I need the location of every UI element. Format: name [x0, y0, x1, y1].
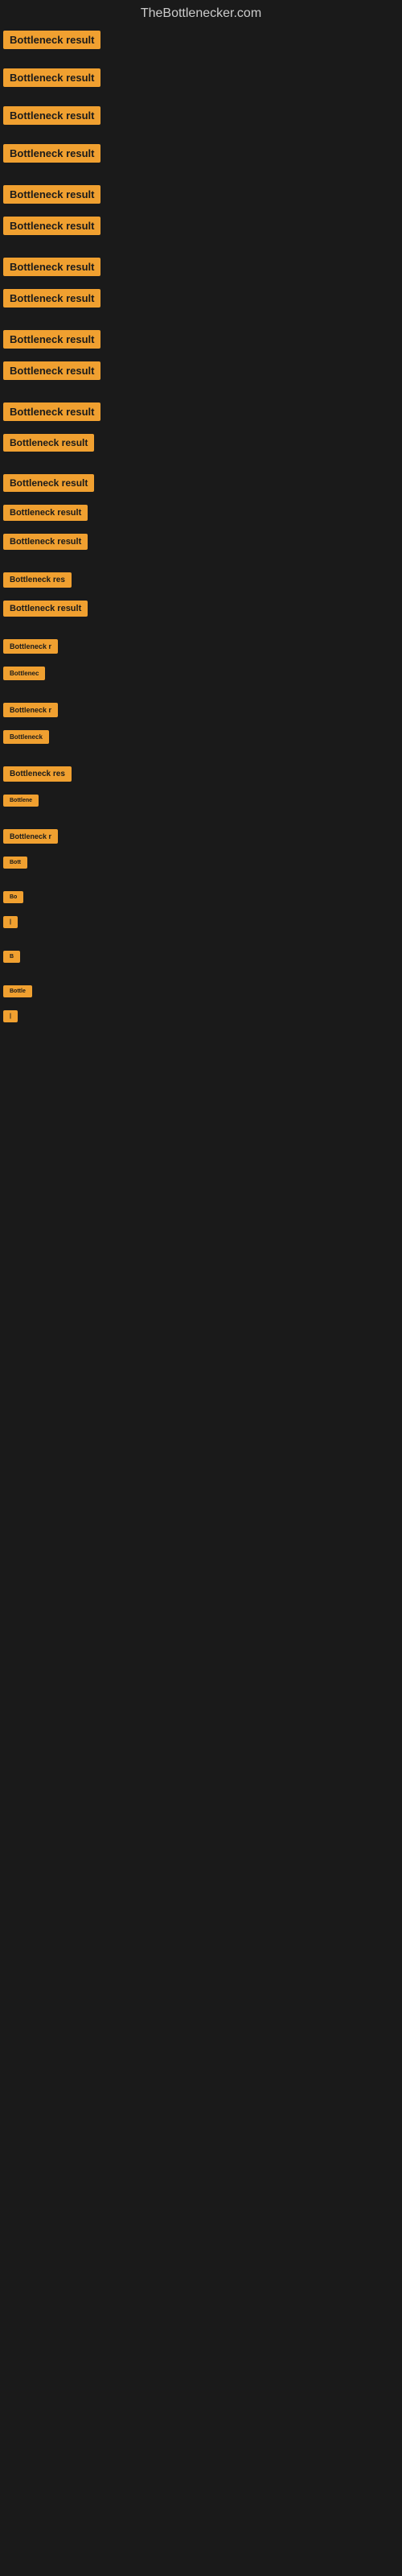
bottleneck-badge[interactable]: Bott — [3, 857, 27, 869]
bottleneck-item: Bottleneck result — [3, 31, 402, 49]
site-title: TheBottlenecker.com — [0, 0, 402, 31]
bottleneck-item: Bottleneck result — [3, 258, 402, 276]
bottleneck-badge[interactable]: Bottleneck result — [3, 106, 100, 125]
bottleneck-item: Bottleneck result — [3, 534, 402, 550]
bottleneck-badge[interactable]: Bottleneck r — [3, 639, 58, 654]
bottleneck-item: Bottleneck result — [3, 474, 402, 492]
bottleneck-badge[interactable]: Bottleneck result — [3, 144, 100, 163]
bottleneck-item: Bottleneck result — [3, 68, 402, 87]
bottleneck-badge[interactable]: Bottleneck result — [3, 601, 88, 617]
bottleneck-badge[interactable]: Bottleneck result — [3, 534, 88, 550]
bottleneck-badge[interactable]: | — [3, 916, 18, 928]
bottleneck-item: Bottleneck result — [3, 361, 402, 380]
bottleneck-item: Bottleneck result — [3, 402, 402, 421]
bottleneck-badge[interactable]: Bottleneck result — [3, 217, 100, 235]
bottleneck-item: Bottleneck result — [3, 601, 402, 617]
bottleneck-item: Bottlene — [3, 795, 402, 807]
bottleneck-item: Bottleneck res — [3, 766, 402, 782]
bottleneck-item: Bottleneck result — [3, 217, 402, 235]
bottleneck-badge[interactable]: Bottleneck result — [3, 185, 100, 204]
bottleneck-item: Bottlenec — [3, 667, 402, 680]
bottleneck-item: | — [3, 1010, 402, 1022]
bottleneck-item: Bottle — [3, 985, 402, 997]
bottleneck-badge[interactable]: Bottleneck result — [3, 474, 94, 492]
bottleneck-badge[interactable]: Bottleneck result — [3, 289, 100, 308]
bottleneck-item: Bottleneck — [3, 730, 402, 744]
bottleneck-badge[interactable]: Bottleneck result — [3, 361, 100, 380]
bottleneck-badge[interactable]: Bo — [3, 891, 23, 903]
bottleneck-badge[interactable]: | — [3, 1010, 18, 1022]
bottleneck-badge[interactable]: Bottleneck result — [3, 68, 100, 87]
bottleneck-item: Bottleneck r — [3, 703, 402, 717]
bottleneck-item: Bottleneck r — [3, 639, 402, 654]
bottleneck-item: Bottleneck result — [3, 434, 402, 452]
bottleneck-badge[interactable]: Bottleneck result — [3, 31, 100, 49]
bottleneck-badge[interactable]: Bottleneck result — [3, 330, 100, 349]
bottleneck-item: Bottleneck result — [3, 505, 402, 521]
bottleneck-badge[interactable]: Bottleneck res — [3, 572, 72, 588]
bottleneck-badge[interactable]: Bottleneck r — [3, 703, 58, 717]
bottleneck-badge[interactable]: Bottle — [3, 985, 32, 997]
bottleneck-badge[interactable]: Bottleneck result — [3, 402, 100, 421]
bottleneck-item: Bott — [3, 857, 402, 869]
bottleneck-badge[interactable]: B — [3, 951, 20, 963]
bottleneck-badge[interactable]: Bottlenec — [3, 667, 45, 680]
bottleneck-badge[interactable]: Bottleneck result — [3, 258, 100, 276]
bottleneck-item: | — [3, 916, 402, 928]
bottleneck-badge[interactable]: Bottleneck r — [3, 829, 58, 844]
bottleneck-item: Bottleneck res — [3, 572, 402, 588]
bottleneck-item: B — [3, 951, 402, 963]
bottleneck-item: Bo — [3, 891, 402, 903]
bottleneck-item: Bottleneck result — [3, 289, 402, 308]
bottleneck-item: Bottleneck result — [3, 330, 402, 349]
bottleneck-badge[interactable]: Bottleneck res — [3, 766, 72, 782]
bottleneck-badge[interactable]: Bottleneck result — [3, 434, 94, 452]
bottleneck-item: Bottleneck result — [3, 144, 402, 163]
bottleneck-item: Bottleneck result — [3, 185, 402, 204]
bottleneck-badge[interactable]: Bottleneck result — [3, 505, 88, 521]
bottleneck-badge[interactable]: Bottleneck — [3, 730, 49, 744]
bottleneck-item: Bottleneck r — [3, 829, 402, 844]
bottleneck-item: Bottleneck result — [3, 106, 402, 125]
bottleneck-badge[interactable]: Bottlene — [3, 795, 39, 807]
